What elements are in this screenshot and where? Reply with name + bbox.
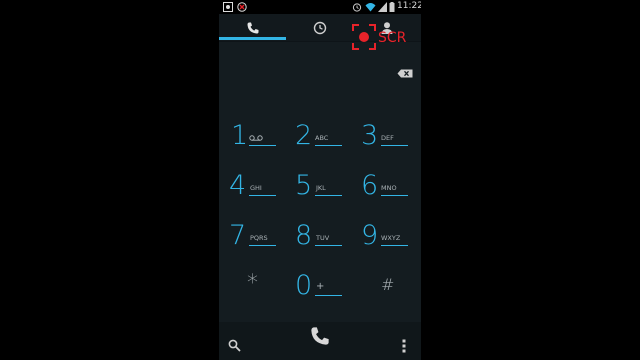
key-underline [315,245,342,246]
key-digit: 8 [295,220,313,251]
key-digit: 1 [231,120,249,151]
key-digit: 7 [229,220,247,251]
call-button[interactable] [309,325,331,347]
key-digit: 0 [295,270,313,301]
key-underline [315,145,342,146]
key-underline [249,145,276,146]
key-underline [315,195,342,196]
key-letters: WXYZ [381,234,401,242]
alarm-icon [352,3,362,12]
bottom-action-bar [219,322,421,360]
screenshot-notification-icon [223,2,233,12]
key-letters: PQRS [250,234,268,242]
key-digit: # [381,275,395,294]
key-digit: 6 [361,170,379,201]
key-digit: 9 [361,220,379,251]
key-letters: GHI [250,184,262,192]
key-underline [381,195,408,196]
key-2[interactable]: 2 ABC [286,108,353,158]
key-underline [381,245,408,246]
voicemail-icon [249,135,263,141]
screen-recorder-overlay[interactable]: SCR [352,24,412,52]
key-1[interactable]: 1 [219,108,286,158]
key-underline [249,245,276,246]
key-underline [381,145,408,146]
overflow-menu-icon[interactable] [402,339,406,353]
key-8[interactable]: 8 TUV [286,208,353,258]
key-underline [315,295,342,296]
active-tab-indicator [219,37,286,40]
key-letters: MNO [381,184,397,192]
signal-icon [378,2,387,12]
key-4[interactable]: 4 GHI [219,158,286,208]
backspace-icon[interactable] [397,69,413,78]
key-letters: TUV [316,234,330,242]
key-digit: 5 [295,170,313,201]
battery-icon [389,2,395,12]
key-hash[interactable]: # [353,258,420,308]
clock-icon [313,21,326,34]
key-letters: + [316,281,325,292]
wifi-icon [365,3,376,12]
key-letters: DEF [381,134,394,142]
phone-screen: 11:22 1 2 ABC 3 DEF 4 GHI 5 JKL 6 MNO 7 … [219,0,421,360]
status-time: 11:22 [397,1,421,11]
key-digit: 4 [229,170,247,201]
dialpad: 1 2 ABC 3 DEF 4 GHI 5 JKL 6 MNO 7 PQRS 8… [219,104,421,322]
phone-icon [247,22,258,34]
key-letters: ABC [315,134,329,142]
key-6[interactable]: 6 MNO [353,158,420,208]
key-letters: JKL [316,184,326,192]
search-icon[interactable] [228,339,241,352]
recording-notification-icon [237,2,247,12]
key-9[interactable]: 9 WXYZ [353,208,420,258]
key-digit: 3 [361,120,379,151]
key-underline [249,195,276,196]
status-bar: 11:22 [219,0,421,14]
key-5[interactable]: 5 JKL [286,158,353,208]
record-icon [352,24,376,50]
key-3[interactable]: 3 DEF [353,108,420,158]
key-star[interactable]: * [219,258,286,308]
scr-label: SCR [378,30,407,46]
key-7[interactable]: 7 PQRS [219,208,286,258]
key-digit: * [247,271,258,296]
key-0[interactable]: 0 + [286,258,353,308]
tab-recents[interactable] [286,14,353,41]
key-digit: 2 [295,120,313,151]
